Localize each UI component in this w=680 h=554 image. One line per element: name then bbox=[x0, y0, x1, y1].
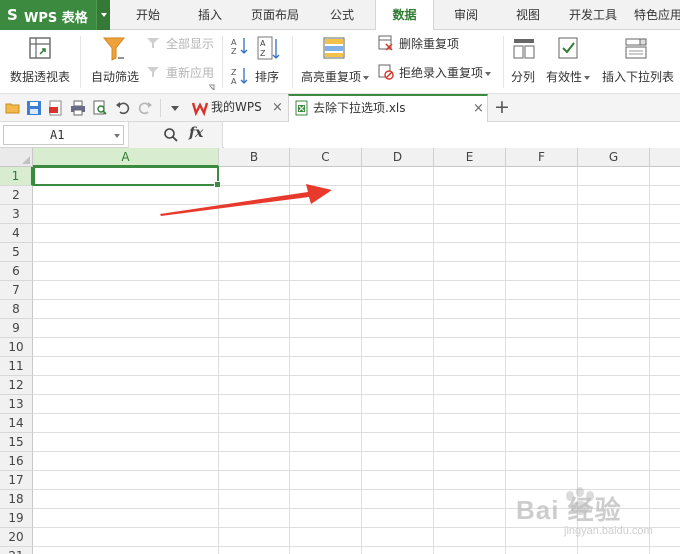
wps-logo-icon: S bbox=[7, 6, 18, 24]
sort-descending-icon[interactable]: Z A bbox=[230, 66, 250, 86]
watermark-text: Bai 经验 bbox=[516, 495, 622, 525]
doc-tab-active[interactable]: 去除下拉选项.xls × bbox=[288, 94, 488, 123]
insert-function-fx-icon[interactable]: fx bbox=[189, 125, 203, 141]
show-all-label: 全部显示 bbox=[166, 37, 215, 51]
quick-access-bar: 我的WPS × 去除下拉选项.xls × + bbox=[0, 94, 680, 123]
open-folder-icon[interactable] bbox=[5, 100, 21, 116]
tab-page-layout[interactable]: 页面布局 bbox=[244, 0, 306, 30]
spreadsheet-file-icon bbox=[295, 100, 308, 116]
chevron-down-icon bbox=[584, 75, 591, 80]
ribbon-separator bbox=[503, 36, 504, 88]
close-icon[interactable]: × bbox=[473, 96, 484, 121]
reject-duplicates-text: 拒绝录入重复项 bbox=[399, 66, 484, 80]
tab-review[interactable]: 审阅 bbox=[442, 0, 490, 30]
sort-ascending-icon[interactable]: A Z bbox=[230, 36, 250, 56]
app-name: WPS 表格 bbox=[24, 11, 88, 26]
validity-text: 有效性 bbox=[546, 70, 583, 84]
dialog-launcher-icon[interactable] bbox=[208, 84, 215, 91]
remove-duplicates-label: 删除重复项 bbox=[399, 37, 460, 51]
watermark-subtext: jingyan.baidu.com bbox=[564, 525, 653, 537]
split-column-icon bbox=[513, 39, 535, 59]
insert-dropdown-list-label: 插入下拉列表 bbox=[602, 70, 675, 84]
validity-button[interactable]: 有效性 bbox=[544, 34, 594, 90]
formula-bar: A1 fx bbox=[0, 122, 680, 148]
doc-tab-label: 我的WPS bbox=[211, 100, 262, 114]
tab-insert[interactable]: 插入 bbox=[186, 0, 234, 30]
redo-icon[interactable] bbox=[137, 100, 153, 116]
highlight-duplicates-button[interactable]: 高亮重复项 bbox=[298, 34, 372, 90]
app-menu-button[interactable]: S WPS 表格 bbox=[0, 0, 110, 30]
ribbon-separator bbox=[292, 36, 293, 88]
reapply-filter-icon bbox=[147, 67, 159, 77]
name-box-value: A1 bbox=[50, 128, 65, 142]
doc-tab-my-wps[interactable]: 我的WPS × bbox=[186, 94, 288, 122]
sort-label: 排序 bbox=[255, 70, 280, 84]
remove-duplicates-button[interactable]: 删除重复项 bbox=[378, 34, 466, 52]
svg-text:Z: Z bbox=[260, 49, 266, 58]
insert-dropdown-list-icon bbox=[625, 38, 647, 59]
wps-logo-icon bbox=[192, 102, 208, 116]
pivot-table-label: 数据透视表 bbox=[10, 70, 71, 84]
print-preview-icon[interactable] bbox=[92, 100, 108, 116]
highlight-duplicates-label: 高亮重复项 bbox=[301, 68, 370, 85]
export-pdf-icon[interactable] bbox=[48, 100, 64, 116]
reapply-button[interactable]: 重新应用 bbox=[146, 63, 218, 81]
svg-text:Z: Z bbox=[231, 68, 237, 77]
tab-developer[interactable]: 开发工具 bbox=[562, 0, 624, 30]
tab-data[interactable]: 数据 bbox=[375, 0, 434, 31]
close-icon[interactable]: × bbox=[272, 94, 283, 121]
print-icon[interactable] bbox=[70, 100, 86, 116]
qa-separator bbox=[160, 99, 161, 117]
chevron-down-icon bbox=[363, 75, 370, 80]
tab-start[interactable]: 开始 bbox=[124, 0, 172, 30]
tab-view[interactable]: 视图 bbox=[504, 0, 552, 30]
show-all-button[interactable]: 全部显示 bbox=[146, 34, 218, 52]
zoom-search-icon[interactable] bbox=[163, 127, 179, 143]
undo-icon[interactable] bbox=[115, 100, 131, 116]
split-column-label: 分列 bbox=[511, 70, 536, 84]
svg-text:A: A bbox=[231, 38, 237, 47]
svg-text:Z: Z bbox=[231, 47, 237, 56]
baidu-jingyan-watermark: Bai 经验 jingyan.baidu.com bbox=[488, 480, 678, 550]
menu-bar: S WPS 表格 开始 插入 页面布局 公式 数据 审阅 视图 开发工具 特色应… bbox=[0, 0, 680, 31]
ribbon-separator bbox=[80, 36, 81, 88]
pivot-table-button[interactable]: 数据透视表 bbox=[6, 34, 74, 90]
reject-duplicates-icon bbox=[378, 64, 394, 80]
filter-funnel-icon bbox=[102, 37, 126, 61]
new-tab-plus-icon[interactable]: + bbox=[494, 96, 510, 118]
tab-formula[interactable]: 公式 bbox=[316, 0, 368, 30]
ribbon-separator bbox=[222, 36, 223, 88]
autofilter-button[interactable]: 自动筛选 bbox=[86, 34, 142, 90]
svg-text:A: A bbox=[260, 39, 266, 48]
quick-access-dropdown-icon[interactable] bbox=[167, 100, 183, 116]
save-icon[interactable] bbox=[26, 100, 42, 116]
tab-special-apps[interactable]: 特色应用 bbox=[634, 0, 680, 30]
highlight-duplicates-text: 高亮重复项 bbox=[301, 70, 362, 84]
autofilter-label: 自动筛选 bbox=[91, 70, 140, 84]
doc-tab-label: 去除下拉选项.xls bbox=[313, 101, 406, 115]
sort-button[interactable]: A Z 排序 bbox=[252, 34, 286, 90]
chevron-down-icon bbox=[485, 71, 492, 76]
split-column-button[interactable]: 分列 bbox=[508, 34, 540, 90]
show-all-filter-icon bbox=[147, 38, 159, 48]
validity-label: 有效性 bbox=[546, 68, 591, 85]
name-box[interactable]: A1 bbox=[3, 125, 124, 145]
sort-az-icon: A Z bbox=[257, 36, 280, 60]
chevron-down-icon[interactable] bbox=[114, 134, 120, 138]
insert-dropdown-list-button[interactable]: 插入下拉列表 bbox=[600, 34, 680, 90]
highlight-duplicates-icon bbox=[323, 37, 345, 59]
svg-text:A: A bbox=[231, 77, 237, 86]
pivot-table-icon bbox=[29, 37, 51, 59]
reject-duplicates-button[interactable]: 拒绝录入重复项 bbox=[378, 63, 498, 81]
reject-duplicates-label: 拒绝录入重复项 bbox=[399, 64, 492, 81]
reapply-label: 重新应用 bbox=[166, 66, 215, 80]
app-menu-dropdown-icon[interactable] bbox=[96, 0, 110, 30]
formula-input[interactable] bbox=[224, 122, 680, 148]
remove-duplicates-icon bbox=[378, 35, 393, 51]
data-validity-icon bbox=[558, 37, 578, 59]
ribbon-data: 数据透视表 自动筛选 全部显示 重新应用 A Z Z A A Z 排序 高亮重复… bbox=[0, 30, 680, 94]
